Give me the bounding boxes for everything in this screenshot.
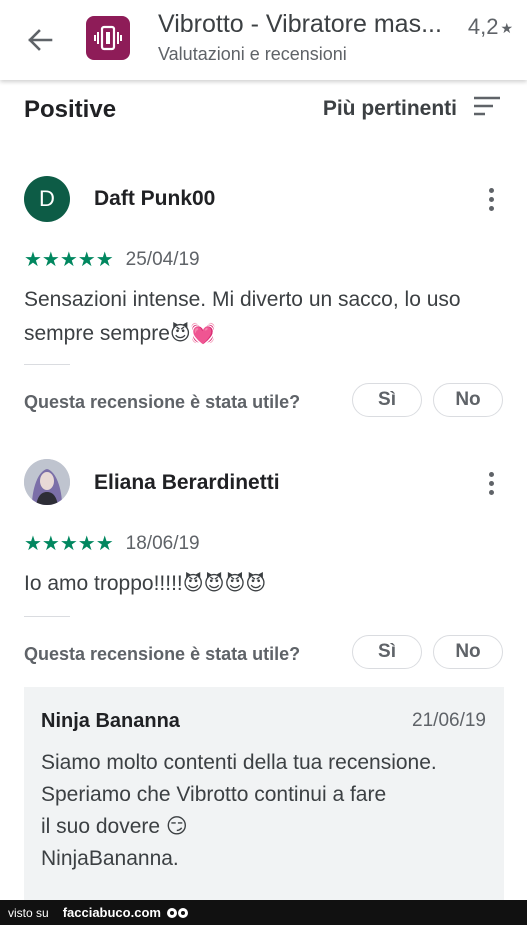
divider bbox=[24, 364, 70, 365]
review-date: 25/04/19 bbox=[125, 248, 200, 270]
rating-value: 4,2 bbox=[467, 14, 499, 39]
reply-author: Ninja Bananna bbox=[41, 710, 180, 732]
star-icon: ★ bbox=[500, 19, 513, 36]
helpful-question: Questa recensione è stata utile? bbox=[24, 644, 301, 664]
review-date: 18/06/19 bbox=[125, 532, 200, 554]
watermark-bar: visto su facciabuco.com bbox=[0, 900, 527, 925]
review-rating: ★★★★★ 25/04/19 bbox=[24, 247, 200, 272]
sort-label: Più pertinenti bbox=[322, 96, 457, 120]
page-subtitle: Valutazioni e recensioni bbox=[158, 44, 347, 64]
review-text-content: Sensazioni intense. Mi diverto un sacco,… bbox=[24, 288, 461, 345]
reply-text: Siamo molto contenti della tua recension… bbox=[41, 751, 437, 870]
avatar bbox=[24, 459, 70, 505]
emoji: 😈😈😈😈 bbox=[182, 573, 267, 596]
helpful-no-button[interactable]: No bbox=[433, 383, 503, 417]
app-title: Vibrotto - Vibratore mas... bbox=[158, 10, 442, 38]
review-author: Daft Punk00 bbox=[94, 187, 216, 210]
review-rating: ★★★★★ 18/06/19 bbox=[24, 531, 200, 556]
review-text: Io amo troppo!!!!!😈😈😈😈 bbox=[24, 567, 504, 601]
review-author: Eliana Berardinetti bbox=[94, 471, 280, 494]
star-rating-icon: ★★★★★ bbox=[24, 533, 114, 555]
review-text-content: Io amo troppo!!!!! bbox=[24, 572, 183, 595]
developer-reply: Ninja Bananna 21/06/19 Siamo molto conte… bbox=[24, 687, 504, 900]
profile-photo-icon bbox=[24, 459, 70, 505]
app-rating: 4,2 ★ bbox=[468, 14, 513, 40]
filter-row: Positive Più pertinenti bbox=[0, 80, 527, 140]
divider bbox=[24, 616, 70, 617]
back-arrow-icon[interactable] bbox=[22, 22, 58, 58]
emoji: 😈💓 bbox=[169, 323, 216, 346]
more-options-icon[interactable] bbox=[479, 467, 503, 499]
sort-icon bbox=[473, 96, 501, 121]
reply-date: 21/06/19 bbox=[412, 710, 486, 731]
avatar: D bbox=[24, 176, 70, 222]
eyes-logo-icon bbox=[166, 907, 188, 918]
sort-button[interactable]: Più pertinenti bbox=[323, 96, 501, 121]
filter-label[interactable]: Positive bbox=[24, 96, 116, 124]
avatar-letter: D bbox=[39, 186, 55, 211]
star-rating-icon: ★★★★★ bbox=[24, 249, 114, 271]
helpful-question: Questa recensione è stata utile? bbox=[24, 392, 301, 412]
more-options-icon[interactable] bbox=[479, 183, 503, 215]
app-icon[interactable] bbox=[86, 16, 130, 60]
watermark-brand: facciabuco.com bbox=[62, 905, 161, 920]
helpful-yes-button[interactable]: Sì bbox=[352, 383, 422, 417]
helpful-no-button[interactable]: No bbox=[433, 635, 503, 669]
helpful-yes-button[interactable]: Sì bbox=[352, 635, 422, 669]
review-text: Sensazioni intense. Mi diverto un sacco,… bbox=[24, 283, 504, 351]
app-bar: Vibrotto - Vibratore mas... Valutazioni … bbox=[0, 0, 527, 80]
watermark-prefix: visto su bbox=[8, 905, 49, 920]
